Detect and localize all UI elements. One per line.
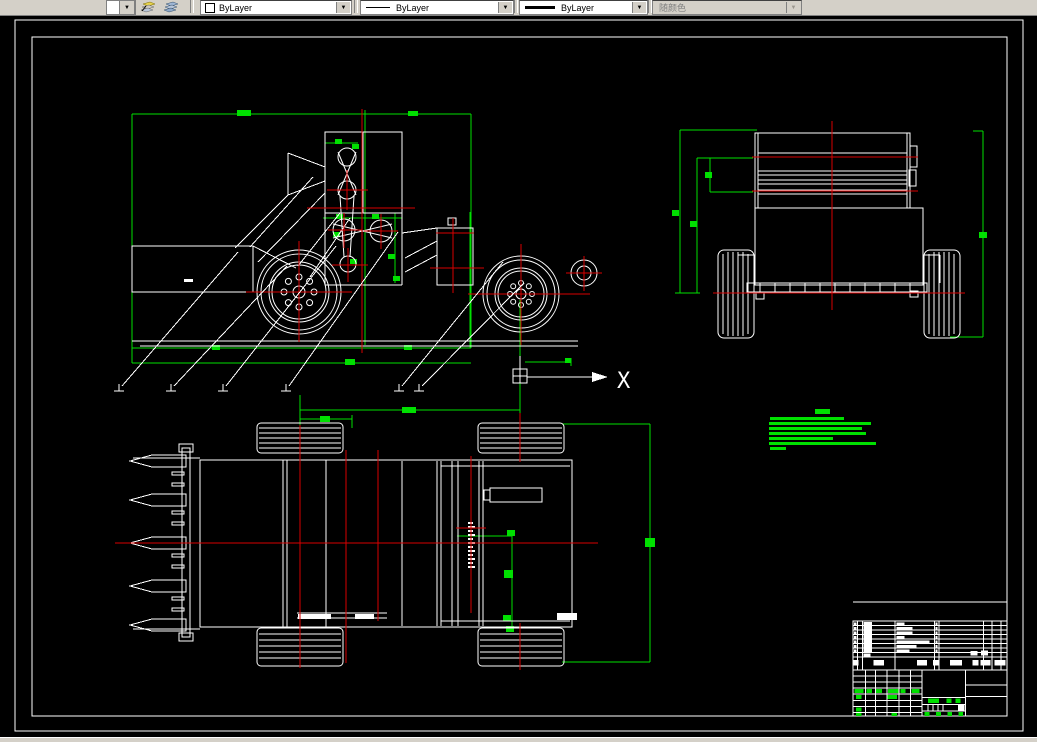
front-view-geometry bbox=[738, 133, 940, 299]
chevron-down-icon: ▼ bbox=[124, 4, 130, 11]
lineweight-value: ByLayer bbox=[561, 2, 595, 13]
toolbar-separator bbox=[354, 0, 358, 13]
axis-x-label: X bbox=[617, 369, 631, 394]
front-view bbox=[672, 121, 987, 338]
linetype-control[interactable]: ByLayer ▼ bbox=[360, 0, 514, 15]
window-bottom-strip bbox=[0, 737, 1037, 742]
toolbar-separator bbox=[190, 0, 194, 13]
toolbar-separator bbox=[514, 0, 518, 13]
chevron-down-icon: ▼ bbox=[340, 4, 347, 11]
title-block-grid bbox=[853, 670, 1007, 716]
lineweight-glyph-icon bbox=[525, 6, 555, 9]
plot-style-control: 随颜色 ▼ bbox=[652, 0, 802, 15]
linetype-dropdown-arrow[interactable]: ▼ bbox=[498, 2, 512, 13]
layer-previous-button[interactable] bbox=[161, 0, 181, 14]
plot-style-dropdown-arrow: ▼ bbox=[786, 2, 800, 13]
linetype-glyph-icon bbox=[366, 7, 390, 8]
side-view-geometry bbox=[132, 132, 578, 346]
title-block-green-text bbox=[854, 689, 963, 716]
color-control[interactable]: ByLayer ▼ bbox=[200, 0, 352, 15]
lineweight-control[interactable]: ByLayer ▼ bbox=[519, 0, 648, 15]
object-properties-toolbar: ▼ ByLayer ▼ ByLayer ▼ ByLayer ▼ 随颜色 ▼ bbox=[0, 0, 1037, 16]
color-value: ByLayer bbox=[219, 2, 253, 13]
bom-table bbox=[853, 621, 1007, 670]
side-view-centerlines bbox=[246, 109, 602, 353]
color-dropdown-arrow[interactable]: ▼ bbox=[336, 2, 350, 13]
layer-dropdown-arrow[interactable]: ▼ bbox=[119, 0, 135, 15]
side-view-dimensions bbox=[132, 110, 571, 425]
chevron-down-icon: ▼ bbox=[790, 4, 797, 11]
layer-previous-icon bbox=[163, 1, 179, 13]
axis-arrow-icon bbox=[592, 372, 608, 382]
plot-style-value: 随颜色 bbox=[659, 3, 687, 13]
technical-notes-block bbox=[769, 409, 876, 450]
bom-header-row bbox=[853, 660, 1006, 666]
top-view-wheels bbox=[257, 423, 564, 666]
front-view-centerlines bbox=[713, 121, 965, 310]
top-plan-view bbox=[115, 406, 655, 670]
make-object-layer-current-icon bbox=[140, 1, 156, 13]
linetype-value: ByLayer bbox=[396, 2, 430, 13]
chevron-down-icon: ▼ bbox=[502, 4, 509, 11]
side-elevation-view bbox=[114, 109, 602, 425]
cad-application-window: ▼ ByLayer ▼ ByLayer ▼ ByLayer ▼ 随颜色 ▼ X bbox=[0, 0, 1037, 742]
chevron-down-icon: ▼ bbox=[636, 4, 643, 11]
front-view-wheels bbox=[718, 250, 960, 338]
make-object-layer-current-button[interactable] bbox=[138, 0, 158, 14]
lineweight-dropdown-arrow[interactable]: ▼ bbox=[632, 2, 646, 13]
title-block bbox=[853, 621, 1007, 716]
color-swatch bbox=[205, 2, 215, 13]
front-view-dimensions bbox=[672, 130, 987, 337]
balloon-leaders bbox=[114, 232, 524, 391]
balloon-marks bbox=[114, 384, 424, 391]
model-space-canvas[interactable]: X bbox=[0, 15, 1037, 737]
